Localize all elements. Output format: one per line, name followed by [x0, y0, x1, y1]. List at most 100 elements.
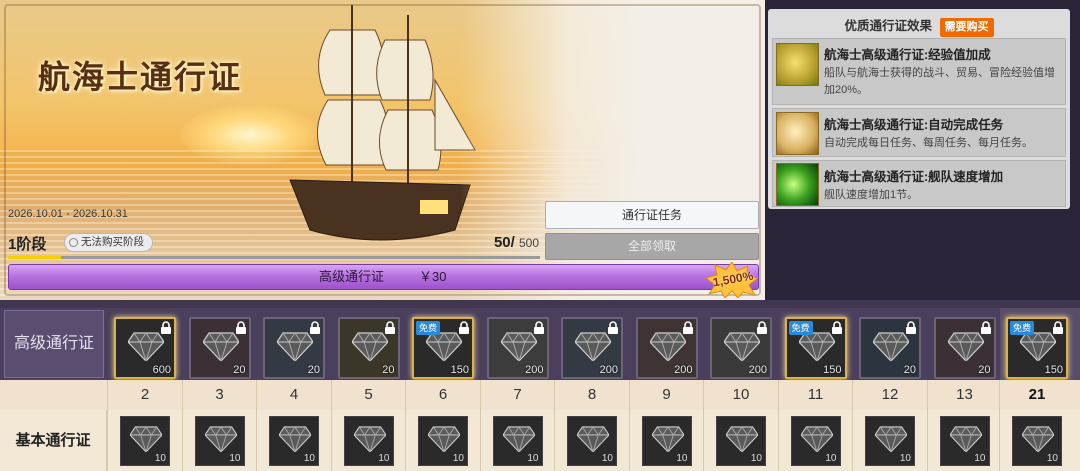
- basic-reward-slot[interactable]: 10: [716, 416, 766, 466]
- effect-title: 航海士高级通行证:自动完成任务: [824, 118, 1004, 132]
- gem-icon: [203, 425, 238, 454]
- box-blue-icon: [276, 331, 314, 363]
- box-gold-icon: [350, 331, 389, 363]
- reward-quantity: 10: [899, 453, 911, 464]
- column-divider: [256, 380, 257, 471]
- stage-progress-fill: [8, 256, 62, 259]
- effect-auto-tasks: 航海士高级通行证:自动完成任务 自动完成每日任务、每周任务、每月任务。: [772, 108, 1066, 157]
- premium-reward-slot[interactable]: 免费 150: [784, 317, 847, 379]
- scroll-gear-icon: [776, 112, 819, 155]
- level-number: 6: [438, 386, 448, 403]
- premium-reward-slot[interactable]: 200: [486, 317, 549, 379]
- premium-reward-slot[interactable]: 200: [635, 317, 698, 379]
- premium-reward-slot[interactable]: 200: [561, 317, 623, 379]
- reward-quantity: 200: [674, 364, 693, 376]
- box-blue-icon: [872, 331, 910, 363]
- reward-quantity: 20: [903, 364, 916, 376]
- premium-reward-slot[interactable]: 600: [114, 317, 176, 379]
- basic-reward-slot[interactable]: 10: [120, 416, 170, 466]
- premium-reward-slot[interactable]: 20: [337, 317, 400, 379]
- speed-swirl-icon: [776, 163, 819, 206]
- column-divider: [628, 380, 630, 471]
- level-number: 21: [1028, 386, 1046, 403]
- level-number: 12: [881, 386, 899, 403]
- value-burst-badge: 1,500%: [704, 261, 760, 299]
- lock-icon: [607, 321, 619, 334]
- effect-title: 航海士高级通行证:舰队速度增加: [824, 170, 1004, 184]
- free-tag: 免费: [788, 321, 813, 335]
- reward-quantity: 150: [450, 364, 469, 376]
- basic-reward-slot[interactable]: 10: [865, 416, 915, 466]
- reward-quantity: 10: [303, 453, 315, 464]
- level-number: 10: [732, 386, 750, 403]
- premium-reward-slot[interactable]: 20: [859, 317, 921, 379]
- basic-reward-slot[interactable]: 10: [269, 416, 319, 466]
- lock-icon: [682, 321, 694, 334]
- lock-icon: [235, 321, 247, 334]
- reward-quantity: 10: [229, 453, 241, 464]
- reward-quantity: 10: [676, 453, 688, 464]
- effects-header-title: 优质通行证效果: [844, 19, 933, 33]
- lock-icon: [160, 321, 172, 334]
- medal-icon: [776, 43, 819, 86]
- compass-icon: [574, 331, 612, 363]
- reward-quantity: 10: [1046, 453, 1058, 464]
- level-number: 9: [662, 386, 671, 403]
- lock-icon: [831, 321, 843, 334]
- premium-reward-slot[interactable]: 200: [710, 317, 772, 379]
- premium-reward-slot[interactable]: 免费 150: [412, 317, 474, 379]
- premium-track-label: 高级通行证: [4, 310, 104, 378]
- gem-icon: [425, 331, 463, 363]
- reward-quantity: 10: [974, 453, 986, 464]
- effect-fleet-speed: 航海士高级通行证:舰队速度增加 舰队速度增加1节。: [772, 160, 1066, 207]
- effect-exp-bonus: 航海士高级通行证:经验值加成 船队与航海士获得的战斗、贸易、冒险经验值增加20%…: [772, 38, 1066, 105]
- column-divider: [107, 380, 108, 471]
- gem-icon: [799, 425, 834, 454]
- reward-quantity: 10: [601, 453, 613, 464]
- pass-tasks-button[interactable]: 通行证任务: [545, 201, 759, 229]
- effects-header: 优质通行证效果 需要购买: [768, 15, 1070, 37]
- gem-icon: [352, 425, 387, 454]
- column-divider: [703, 380, 704, 471]
- premium-reward-slot[interactable]: 20: [188, 317, 251, 379]
- reward-quantity: 10: [378, 453, 390, 464]
- reward-quantity: 20: [978, 364, 991, 376]
- premium-reward-slot[interactable]: 免费 150: [1006, 317, 1068, 379]
- basic-reward-slot[interactable]: 10: [641, 416, 692, 466]
- claim-all-button[interactable]: 全部领取: [545, 233, 759, 260]
- column-divider: [926, 380, 928, 471]
- basic-reward-slot[interactable]: 10: [790, 416, 841, 466]
- reward-quantity: 10: [452, 453, 464, 464]
- basic-track-label: 基本通行证: [0, 410, 107, 471]
- box-red-icon: [201, 331, 240, 363]
- compass-icon: [499, 331, 538, 363]
- level-number: 11: [807, 386, 824, 403]
- xp-total: 500: [518, 236, 539, 250]
- column-divider: [554, 380, 555, 471]
- premium-reward-slot[interactable]: 20: [263, 317, 325, 379]
- basic-reward-slot[interactable]: 10: [567, 416, 617, 466]
- basic-reward-slot[interactable]: 10: [939, 416, 990, 466]
- buy-premium-pass-bar[interactable]: 高级通行证 ￥30: [8, 264, 759, 290]
- xp-current: 50/: [493, 234, 515, 251]
- basic-reward-slot[interactable]: 10: [1012, 416, 1062, 466]
- level-number: 4: [289, 386, 299, 403]
- premium-reward-slot[interactable]: 20: [933, 317, 996, 379]
- reward-track: 高级通行证 基本通行证 600 2 10 20 3 10 20 4 10 20 5 10 免费 150 6 1…: [0, 300, 1080, 471]
- pass-title: 航海士通行证: [38, 58, 243, 96]
- reward-quantity: 10: [750, 453, 762, 464]
- basic-reward-slot[interactable]: 10: [418, 416, 468, 466]
- column-divider: [181, 380, 183, 471]
- gem-icon: [797, 331, 836, 363]
- column-divider: [330, 380, 332, 471]
- basic-reward-slot[interactable]: 10: [343, 416, 394, 466]
- basic-reward-slot[interactable]: 10: [492, 416, 543, 466]
- reward-quantity: 200: [748, 364, 767, 376]
- reward-quantity: 20: [382, 364, 395, 376]
- column-divider: [479, 380, 481, 471]
- stage-pill-label: 无法购买阶段: [81, 236, 144, 248]
- gem-icon: [576, 425, 610, 454]
- gem-icon: [1019, 331, 1057, 363]
- basic-reward-slot[interactable]: 10: [194, 416, 245, 466]
- reward-quantity: 200: [599, 364, 618, 376]
